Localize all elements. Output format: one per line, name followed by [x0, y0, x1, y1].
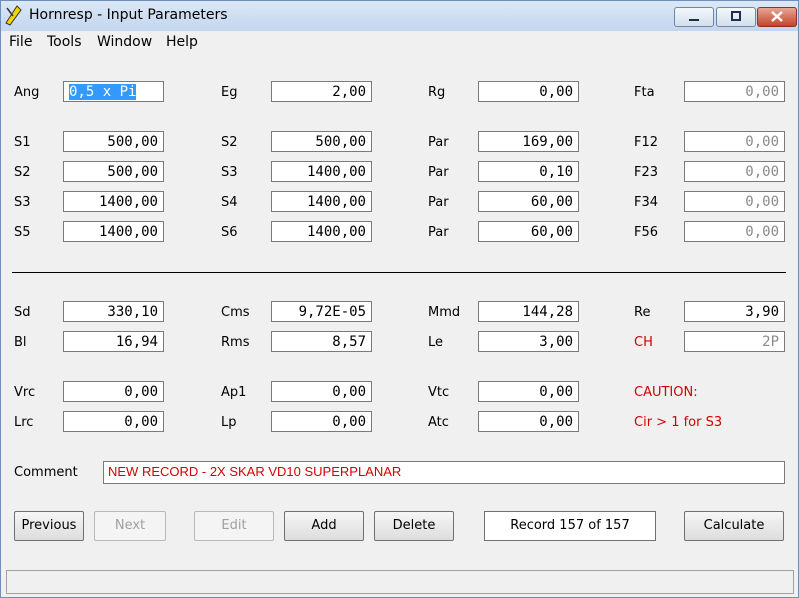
label-f56: F56 [634, 225, 659, 240]
le-field[interactable]: 3,00 [478, 331, 579, 352]
close-icon [771, 11, 783, 22]
label-comment: Comment [14, 465, 78, 480]
s5-field[interactable]: 1400,00 [63, 221, 164, 242]
label-f12: F12 [634, 135, 659, 150]
par2-field[interactable]: 0,10 [478, 161, 579, 182]
lrc-field[interactable]: 0,00 [63, 411, 164, 432]
menu-window[interactable]: Window [97, 34, 152, 50]
label-s4: S4 [221, 195, 238, 210]
maximize-icon [731, 11, 741, 21]
par3-field[interactable]: 60,00 [478, 191, 579, 212]
label-ang: Ang [14, 85, 40, 100]
calculate-button[interactable]: Calculate [684, 511, 784, 541]
s3-end-field[interactable]: 1400,00 [271, 161, 372, 182]
atc-field[interactable]: 0,00 [478, 411, 579, 432]
app-icon [5, 5, 22, 26]
label-ap1: Ap1 [221, 385, 247, 400]
bl-field[interactable]: 16,94 [63, 331, 164, 352]
label-vtc: Vtc [428, 385, 450, 400]
next-button[interactable]: Next [94, 511, 166, 541]
sd-field[interactable]: 330,10 [63, 301, 164, 322]
label-par: Par [428, 225, 449, 240]
add-button[interactable]: Add [284, 511, 364, 541]
record-indicator: Record 157 of 157 [484, 511, 656, 541]
caution-message: Cir > 1 for S3 [634, 415, 723, 430]
label-mmd: Mmd [428, 305, 461, 320]
section-divider [12, 272, 786, 273]
main-window: Hornresp - Input Parameters File Tools W… [0, 0, 799, 598]
label-s2: S2 [14, 165, 31, 180]
s1-field[interactable]: 500,00 [63, 131, 164, 152]
label-re: Re [634, 305, 651, 320]
label-s2: S2 [221, 135, 238, 150]
rg-field[interactable]: 0,00 [478, 81, 579, 102]
edit-button[interactable]: Edit [194, 511, 274, 541]
s2-field[interactable]: 500,00 [63, 161, 164, 182]
label-s6: S6 [221, 225, 238, 240]
menu-tools[interactable]: Tools [47, 34, 82, 50]
close-button[interactable] [757, 7, 797, 27]
label-s1: S1 [14, 135, 31, 150]
vrc-field[interactable]: 0,00 [63, 381, 164, 402]
label-bl: Bl [14, 335, 27, 350]
label-par: Par [428, 135, 449, 150]
re-field[interactable]: 3,90 [684, 301, 785, 322]
label-s5: S5 [14, 225, 31, 240]
ang-value: 0,5 x Pi [69, 84, 137, 100]
rms-field[interactable]: 8,57 [271, 331, 372, 352]
label-par: Par [428, 165, 449, 180]
status-bar [6, 570, 794, 594]
delete-button[interactable]: Delete [374, 511, 454, 541]
fta-field[interactable]: 0,00 [684, 81, 785, 102]
s4-field[interactable]: 1400,00 [271, 191, 372, 212]
label-ch: CH [634, 335, 653, 350]
label-eg: Eg [221, 85, 238, 100]
label-vrc: Vrc [14, 385, 36, 400]
label-cms: Cms [221, 305, 250, 320]
menu-help[interactable]: Help [166, 34, 198, 50]
caution-title: CAUTION: [634, 385, 698, 400]
label-s3: S3 [14, 195, 31, 210]
maximize-button[interactable] [716, 7, 756, 27]
label-rms: Rms [221, 335, 250, 350]
label-f34: F34 [634, 195, 659, 210]
window-title: Hornresp - Input Parameters [29, 7, 228, 23]
label-rg: Rg [428, 85, 446, 100]
s2-end-field[interactable]: 500,00 [271, 131, 372, 152]
label-atc: Atc [428, 415, 449, 430]
s6-field[interactable]: 1400,00 [271, 221, 372, 242]
menu-file[interactable]: File [9, 34, 32, 50]
previous-button[interactable]: Previous [14, 511, 84, 541]
f56-field[interactable]: 0,00 [684, 221, 785, 242]
par1-field[interactable]: 169,00 [478, 131, 579, 152]
ap1-field[interactable]: 0,00 [271, 381, 372, 402]
ch-field[interactable]: 2P [684, 331, 785, 352]
par4-field[interactable]: 60,00 [478, 221, 579, 242]
f12-field[interactable]: 0,00 [684, 131, 785, 152]
ang-field[interactable]: 0,5 x Pi [63, 81, 164, 102]
label-lrc: Lrc [14, 415, 34, 430]
minimize-icon [689, 19, 699, 21]
menu-bar: File Tools Window Help [1, 32, 798, 54]
label-sd: Sd [14, 305, 31, 320]
minimize-button[interactable] [674, 7, 714, 27]
f34-field[interactable]: 0,00 [684, 191, 785, 212]
label-fta: Fta [634, 85, 655, 100]
label-s3: S3 [221, 165, 238, 180]
title-bar: Hornresp - Input Parameters [1, 1, 798, 31]
label-lp: Lp [221, 415, 237, 430]
eg-field[interactable]: 2,00 [271, 81, 372, 102]
mmd-field[interactable]: 144,28 [478, 301, 579, 322]
label-f23: F23 [634, 165, 659, 180]
comment-field[interactable]: NEW RECORD - 2X SKAR VD10 SUPERPLANAR [103, 461, 785, 484]
s3-field[interactable]: 1400,00 [63, 191, 164, 212]
lp-field[interactable]: 0,00 [271, 411, 372, 432]
f23-field[interactable]: 0,00 [684, 161, 785, 182]
label-le: Le [428, 335, 444, 350]
cms-field[interactable]: 9,72E-05 [271, 301, 372, 322]
vtc-field[interactable]: 0,00 [478, 381, 579, 402]
label-par: Par [428, 195, 449, 210]
